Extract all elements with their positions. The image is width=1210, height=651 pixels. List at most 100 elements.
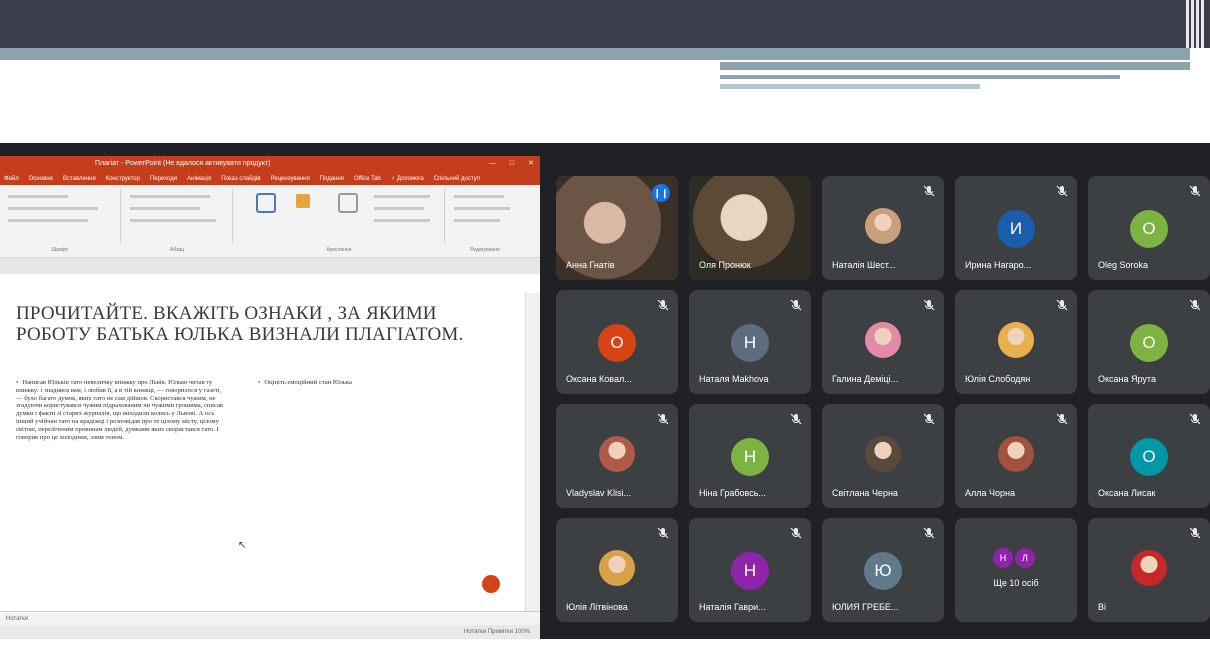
ribbon-tab[interactable]: Office Tab xyxy=(354,176,381,182)
participant-tile[interactable]: Алла Чорна xyxy=(955,404,1077,508)
participant-name: Ирина Нагаро... xyxy=(965,260,1032,270)
ribbon-tab[interactable]: Спільний доступ xyxy=(434,176,480,182)
avatar-photo xyxy=(1131,550,1167,586)
ribbon-tab[interactable]: Файл xyxy=(4,176,19,182)
participant-tile[interactable]: Ю ЮЛИЯ ГРЕБЕ... xyxy=(822,518,944,622)
slide-bullet-left: ▪ Написав Юльків тато невеличку книжку пр… xyxy=(16,379,226,441)
avatar: И xyxy=(997,210,1035,248)
participant-tile[interactable]: Ві xyxy=(1088,518,1210,622)
avatar: Ю xyxy=(864,552,902,590)
avatar-photo xyxy=(865,322,901,358)
participant-name: Оксана Ковал... xyxy=(566,374,632,384)
avatar-photo xyxy=(998,322,1034,358)
minimize-icon[interactable]: — xyxy=(489,156,496,172)
ppt-ribbon: Шрифт Абзац Креслення Редагування xyxy=(0,185,540,258)
mic-muted-icon xyxy=(1188,298,1202,312)
participant-name: Наталія Шест... xyxy=(832,260,896,270)
slide-bullet-text: Написав Юльків тато невеличку книжку про… xyxy=(16,379,223,441)
window-controls[interactable]: — □ ✕ xyxy=(489,156,534,172)
participant-tile[interactable]: O Oleg Soroka xyxy=(1088,176,1210,280)
participant-name: Світлана Черна xyxy=(832,488,898,498)
ribbon-tab[interactable]: Переходи xyxy=(150,176,177,182)
participant-name: Оксана Ярута xyxy=(1098,374,1156,384)
participant-tile[interactable]: О Оксана Ковал... xyxy=(556,290,678,394)
participant-tile[interactable]: ❙❙ Анна Гнатів xyxy=(556,176,678,280)
slide-pointer-dot xyxy=(482,575,500,593)
ribbon-tab[interactable]: Показ слайдів xyxy=(221,176,260,182)
participant-name: ЮЛИЯ ГРЕБЕ... xyxy=(832,602,899,612)
participant-tile[interactable]: О Оксана Лисак xyxy=(1088,404,1210,508)
ribbon-tab[interactable]: Анімація xyxy=(187,176,211,182)
mic-muted-icon xyxy=(656,412,670,426)
ribbon-tab[interactable]: Подання xyxy=(320,176,344,182)
ribbon-group-drawing: Креслення xyxy=(234,189,445,253)
participant-tile[interactable]: Н Ніна Грабовсь... xyxy=(689,404,811,508)
ribbon-group-label: Абзац xyxy=(169,247,185,253)
banner-stripes xyxy=(1174,0,1204,48)
mic-muted-icon xyxy=(1055,298,1069,312)
mic-muted-icon xyxy=(656,526,670,540)
participant-tile[interactable]: Наталія Шест... xyxy=(822,176,944,280)
mic-muted-icon xyxy=(789,412,803,426)
slide-heading: ПРОЧИТАЙТЕ. ВКАЖІТЬ ОЗНАКИ , ЗА ЯКИМИ РО… xyxy=(16,303,464,345)
notes-pane[interactable]: Нотатки xyxy=(0,611,540,626)
ribbon-tab[interactable]: ♀ Допомога xyxy=(391,176,424,182)
participant-tile[interactable]: Н Л Ще 10 осіб xyxy=(955,518,1077,622)
participant-name: Анна Гнатів xyxy=(566,260,615,270)
mic-muted-icon xyxy=(922,298,936,312)
mic-muted-icon xyxy=(1188,184,1202,198)
banner-accent-bar xyxy=(720,75,1120,79)
status-bar-controls[interactable]: Нотатки Примітки 100% xyxy=(464,625,530,639)
participant-tile[interactable]: О Оксана Ярута xyxy=(1088,290,1210,394)
slide-bullet-text: Оцініть емоційний стан Юлька xyxy=(264,379,352,386)
participant-tile[interactable]: Vladyslav Klisi... xyxy=(556,404,678,508)
shapes-icon[interactable] xyxy=(256,193,276,213)
mouse-cursor-icon: ↖ xyxy=(238,540,247,551)
participant-name: Галина Деміці... xyxy=(832,374,899,384)
participant-tile[interactable]: И Ирина Нагаро... xyxy=(955,176,1077,280)
mini-avatar: Н xyxy=(993,548,1013,568)
ppt-status-bar: Нотатки Примітки 100% xyxy=(0,625,540,639)
ribbon-tab[interactable]: Вставлення xyxy=(63,176,96,182)
ribbon-group-paragraph: Абзац xyxy=(122,189,233,253)
banner-accent-bar xyxy=(720,84,980,89)
participant-tile[interactable]: Оля Пронюк xyxy=(689,176,811,280)
ribbon-tab[interactable]: Рецензування xyxy=(271,176,310,182)
avatar: O xyxy=(1130,210,1168,248)
participant-tile[interactable]: Світлана Черна xyxy=(822,404,944,508)
ppt-canvas-gap xyxy=(0,258,540,274)
ribbon-tab[interactable]: Конструктор xyxy=(106,176,140,182)
maximize-icon[interactable]: □ xyxy=(510,156,514,172)
participant-name: Oleg Soroka xyxy=(1098,260,1149,270)
video-meeting-screen: Плагіат - PowerPoint (Не вдалося активув… xyxy=(0,143,1210,639)
avatar: О xyxy=(598,324,636,362)
slide-header-banner xyxy=(0,0,1210,48)
quick-styles-icon[interactable] xyxy=(338,193,358,213)
mic-muted-icon xyxy=(1055,184,1069,198)
participant-tile[interactable]: Юлія Літвінова xyxy=(556,518,678,622)
avatar: Н xyxy=(731,552,769,590)
ribbon-group-editing: Редагування xyxy=(446,189,524,253)
slide-canvas[interactable]: ПРОЧИТАЙТЕ. ВКАЖІТЬ ОЗНАКИ , ЗА ЯКИМИ РО… xyxy=(0,293,524,611)
ribbon-group-label: Редагування xyxy=(470,247,500,253)
ppt-title-bar: Плагіат - PowerPoint (Не вдалося активув… xyxy=(0,156,540,172)
close-icon[interactable]: ✕ xyxy=(528,156,534,172)
participant-name: Алла Чорна xyxy=(965,488,1015,498)
mic-muted-icon xyxy=(922,412,936,426)
participant-tile[interactable]: Галина Деміці... xyxy=(822,290,944,394)
avatar-photo xyxy=(599,550,635,586)
banner-accent-bar xyxy=(720,62,1190,70)
bullet-dot-icon: ▪ xyxy=(258,379,261,386)
ribbon-tab[interactable]: Основне xyxy=(29,176,53,182)
slide-scrollbar[interactable] xyxy=(525,293,540,611)
mini-avatar: Л xyxy=(1015,548,1035,568)
ppt-ribbon-tabs: Файл Основне Вставлення Конструктор Пере… xyxy=(0,172,540,185)
participant-tile[interactable]: Юлія Слободян xyxy=(955,290,1077,394)
avatar-photo xyxy=(865,436,901,472)
ppt-window-title: Плагіат - PowerPoint (Не вдалося активув… xyxy=(95,160,271,167)
arrange-icon[interactable] xyxy=(296,194,310,208)
avatar: О xyxy=(1130,438,1168,476)
participant-tile[interactable]: Н Наталія Гаври... xyxy=(689,518,811,622)
participant-tile[interactable]: Н Наталя Makhova xyxy=(689,290,811,394)
avatar: Н xyxy=(731,324,769,362)
